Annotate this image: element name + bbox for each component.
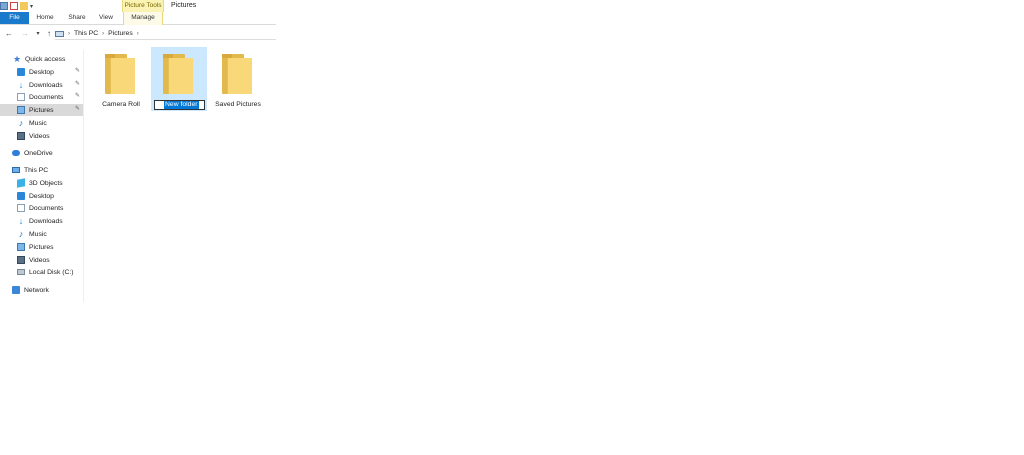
nav-item-3d-objects[interactable]: 3D Objects bbox=[0, 177, 83, 189]
3d-objects-icon bbox=[17, 178, 25, 188]
nav-this-pc[interactable]: This PC bbox=[0, 164, 83, 176]
this-pc-icon bbox=[55, 30, 64, 37]
nav-item-music[interactable]: ♪ Music bbox=[0, 117, 83, 129]
nav-item-pictures[interactable]: Pictures ✎ bbox=[0, 104, 83, 116]
star-icon: ★ bbox=[13, 54, 22, 64]
desktop-icon bbox=[17, 68, 25, 76]
local-disk-icon bbox=[17, 269, 25, 275]
downloads-icon: ↓ bbox=[18, 216, 24, 226]
tab-share[interactable]: Share bbox=[66, 12, 88, 24]
nav-label: Downloads bbox=[29, 81, 63, 89]
tab-file[interactable]: File bbox=[0, 12, 29, 24]
nav-label: Network bbox=[24, 286, 49, 294]
nav-item-pc-desktop[interactable]: Desktop bbox=[0, 190, 83, 202]
system-menu-icon[interactable] bbox=[0, 2, 8, 10]
nav-network[interactable]: Network bbox=[0, 284, 83, 296]
documents-icon bbox=[17, 204, 25, 212]
nav-item-documents[interactable]: Documents ✎ bbox=[0, 91, 83, 103]
this-pc-icon bbox=[12, 167, 20, 173]
nav-label: Downloads bbox=[29, 217, 63, 225]
folder-item-new-folder[interactable]: New folder bbox=[151, 47, 207, 111]
tab-view[interactable]: View bbox=[97, 12, 115, 24]
folder-icon bbox=[222, 54, 252, 94]
music-icon: ♪ bbox=[18, 118, 24, 128]
breadcrumb-chevron-icon[interactable]: › bbox=[137, 31, 139, 37]
nav-label: Pictures bbox=[29, 243, 54, 251]
nav-quick-access[interactable]: ★ Quick access bbox=[0, 53, 83, 65]
tab-manage[interactable]: Manage bbox=[123, 12, 163, 25]
window-title: Pictures bbox=[171, 2, 197, 9]
nav-label: Documents bbox=[29, 93, 64, 101]
onedrive-cloud-icon bbox=[12, 150, 20, 156]
customize-toolbar-chevron-icon[interactable]: ▾ bbox=[30, 3, 33, 10]
breadcrumb-chevron-icon[interactable]: › bbox=[68, 31, 70, 37]
nav-label: This PC bbox=[24, 166, 49, 174]
nav-label: OneDrive bbox=[24, 149, 53, 157]
nav-item-desktop[interactable]: Desktop ✎ bbox=[0, 66, 83, 78]
forward-arrow-icon[interactable]: → bbox=[20, 28, 30, 40]
pictures-icon bbox=[17, 106, 25, 114]
breadcrumb-pictures[interactable]: Pictures bbox=[108, 30, 133, 37]
folder-name: Camera Roll bbox=[102, 101, 140, 108]
nav-item-downloads[interactable]: ↓ Downloads ✎ bbox=[0, 79, 83, 91]
videos-icon bbox=[17, 256, 25, 264]
nav-label: 3D Objects bbox=[29, 179, 63, 187]
contextual-tab-header: Picture Tools bbox=[122, 0, 164, 12]
quick-access-toolbar: ▾ bbox=[0, 2, 33, 10]
nav-item-pc-downloads[interactable]: ↓ Downloads bbox=[0, 215, 83, 227]
up-arrow-icon[interactable]: ↑ bbox=[44, 28, 54, 40]
nav-label: Pictures bbox=[29, 106, 54, 114]
address-row: ← → ▾ ↑ › This PC › Pictures › bbox=[0, 28, 276, 40]
nav-label: Quick access bbox=[25, 55, 66, 63]
navigation-pane: ★ Quick access Desktop ✎ ↓ Downloads ✎ D… bbox=[0, 50, 84, 302]
desktop-icon bbox=[17, 192, 25, 200]
properties-icon[interactable] bbox=[10, 2, 18, 10]
recent-locations-chevron-icon[interactable]: ▾ bbox=[33, 28, 43, 40]
nav-item-local-disk[interactable]: Local Disk (C:) bbox=[0, 266, 83, 278]
documents-icon bbox=[17, 93, 25, 101]
rename-input[interactable]: New folder bbox=[154, 100, 205, 110]
title-bar: ▾ Picture Tools Pictures bbox=[0, 0, 276, 12]
pin-icon: ✎ bbox=[74, 81, 80, 87]
nav-item-videos[interactable]: Videos bbox=[0, 130, 83, 142]
videos-icon bbox=[17, 132, 25, 140]
folder-item-camera-roll[interactable]: Camera Roll bbox=[93, 47, 149, 111]
rename-selected-text[interactable]: New folder bbox=[164, 101, 199, 109]
nav-label: Desktop bbox=[29, 192, 54, 200]
folder-icon bbox=[105, 54, 135, 94]
folder-name: Saved Pictures bbox=[215, 101, 261, 108]
new-folder-icon[interactable] bbox=[20, 2, 28, 10]
breadcrumb-this-pc[interactable]: This PC bbox=[74, 30, 98, 37]
folder-icon bbox=[163, 54, 193, 94]
pin-icon: ✎ bbox=[74, 68, 80, 74]
nav-label: Videos bbox=[29, 256, 50, 264]
breadcrumb-chevron-icon[interactable]: › bbox=[102, 31, 104, 37]
nav-label: Desktop bbox=[29, 68, 54, 76]
pictures-icon bbox=[17, 243, 25, 251]
file-list: Camera Roll New folder Saved Pictures bbox=[86, 44, 276, 114]
network-icon bbox=[12, 286, 20, 294]
nav-onedrive[interactable]: OneDrive bbox=[0, 147, 83, 159]
pin-icon: ✎ bbox=[74, 106, 80, 112]
nav-item-pc-pictures[interactable]: Pictures bbox=[0, 241, 83, 253]
ribbon-tabs: File Home Share View Manage bbox=[0, 12, 276, 25]
nav-label: Documents bbox=[29, 204, 64, 212]
folder-item-saved-pictures[interactable]: Saved Pictures bbox=[210, 47, 266, 111]
pin-icon: ✎ bbox=[74, 93, 80, 99]
nav-label: Videos bbox=[29, 132, 50, 140]
breadcrumb[interactable]: › This PC › Pictures › bbox=[55, 28, 276, 40]
nav-label: Music bbox=[29, 230, 47, 238]
nav-item-pc-documents[interactable]: Documents bbox=[0, 202, 83, 214]
downloads-icon: ↓ bbox=[18, 80, 24, 90]
nav-item-pc-music[interactable]: ♪ Music bbox=[0, 228, 83, 240]
tab-home[interactable]: Home bbox=[34, 12, 56, 24]
music-icon: ♪ bbox=[18, 229, 24, 239]
nav-item-pc-videos[interactable]: Videos bbox=[0, 254, 83, 266]
nav-label: Local Disk (C:) bbox=[29, 268, 74, 276]
back-arrow-icon[interactable]: ← bbox=[4, 28, 14, 40]
nav-label: Music bbox=[29, 119, 47, 127]
